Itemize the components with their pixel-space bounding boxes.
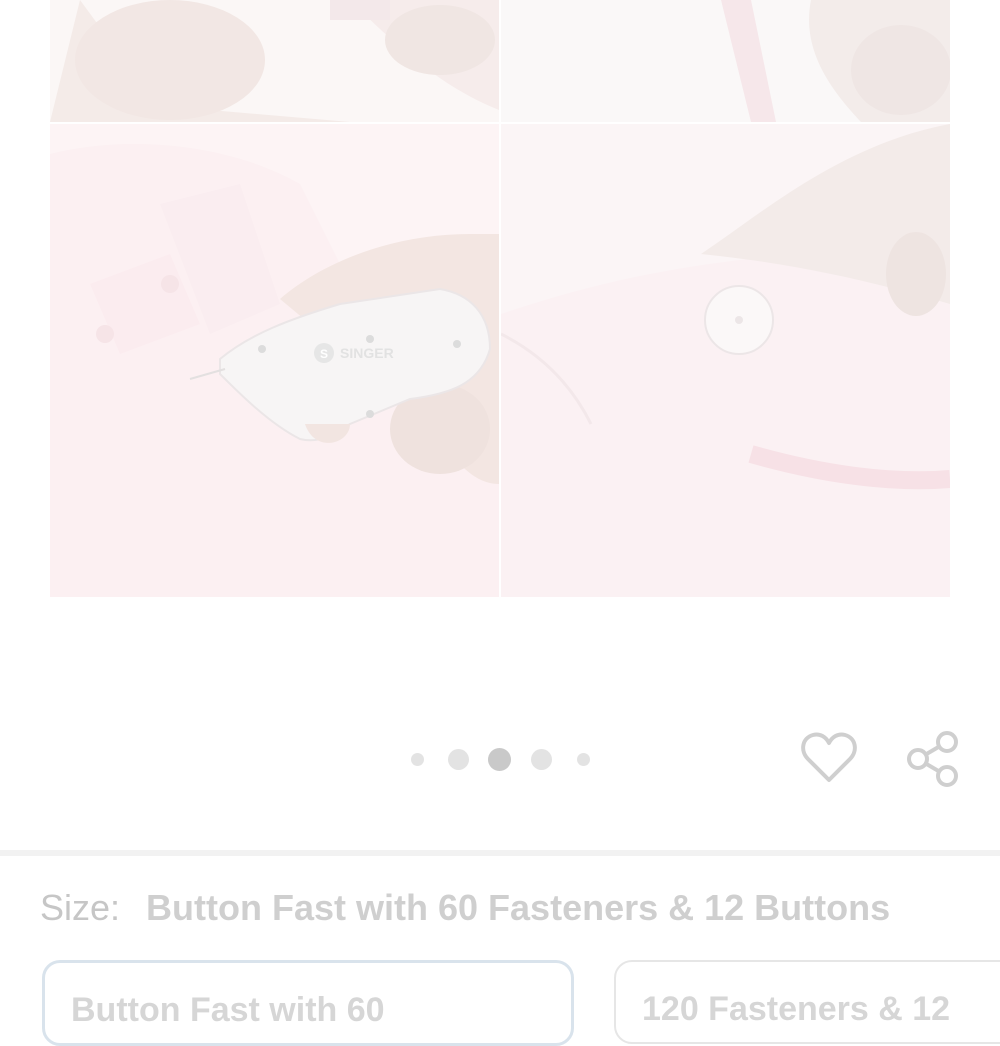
size-label: Size:	[40, 887, 121, 928]
product-photo-3[interactable]: S SINGER	[50, 124, 499, 597]
product-photo-1[interactable]	[50, 0, 499, 122]
share-icon[interactable]	[902, 728, 964, 790]
product-image-gallery[interactable]: S SINGER	[50, 0, 950, 597]
size-option-selected[interactable]: Button Fast with 60	[42, 960, 574, 1046]
size-option-label: Button Fast with 60	[71, 991, 385, 1029]
size-option-label: 120 Fasteners & 12	[642, 990, 951, 1028]
product-photo-2[interactable]	[501, 0, 950, 122]
section-divider	[0, 850, 1000, 856]
svg-text:S: S	[320, 347, 328, 361]
size-option[interactable]: 120 Fasteners & 12	[614, 960, 1000, 1044]
pager-dot-1[interactable]	[411, 753, 424, 766]
size-selector-header: Size: Button Fast with 60 Fasteners & 12…	[40, 885, 890, 931]
pager-dot-2[interactable]	[448, 749, 469, 770]
pager-dot-4[interactable]	[531, 749, 552, 770]
singer-brand-text: SINGER	[340, 345, 394, 361]
pager-dot-5[interactable]	[577, 753, 590, 766]
product-photo-4[interactable]	[501, 124, 950, 597]
heart-icon[interactable]	[800, 728, 858, 786]
size-selected-value: Button Fast with 60 Fasteners & 12 Butto…	[146, 887, 891, 928]
pager-dot-3-active[interactable]	[488, 748, 511, 771]
